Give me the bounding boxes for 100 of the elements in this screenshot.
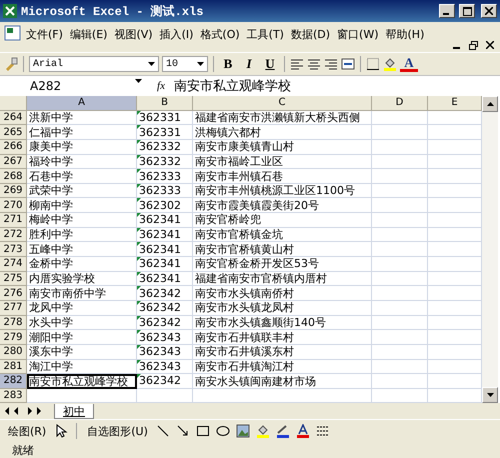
- menu-item[interactable]: 帮助(H): [382, 24, 428, 45]
- caret-icon[interactable]: [197, 62, 204, 66]
- table-cell: 武荣中学: [27, 184, 137, 198]
- row-header[interactable]: 271: [0, 213, 27, 228]
- row-header[interactable]: 274: [0, 257, 27, 272]
- menu-item[interactable]: 格式(O): [197, 24, 243, 45]
- line-color-icon[interactable]: [276, 424, 290, 438]
- column-header[interactable]: D: [372, 96, 428, 111]
- corner-marker-icon: [137, 228, 141, 232]
- row-header[interactable]: 278: [0, 316, 27, 330]
- row-header[interactable]: 269: [0, 184, 27, 198]
- menu-item[interactable]: 编辑(E): [66, 24, 110, 45]
- table-cell: [428, 184, 482, 198]
- table-cell: [428, 213, 482, 228]
- row-header[interactable]: 275: [0, 272, 27, 286]
- corner-marker-icon: [137, 300, 141, 305]
- row-header[interactable]: 270: [0, 198, 27, 214]
- table-cell: 362342: [137, 286, 193, 301]
- menu-item[interactable]: 插入(I): [156, 24, 196, 45]
- row-header[interactable]: 280: [0, 344, 27, 360]
- restore-icon[interactable]: [469, 41, 478, 50]
- fill-color-icon[interactable]: [256, 424, 270, 438]
- align-right-icon[interactable]: [324, 57, 338, 71]
- spreadsheet-icon[interactable]: [4, 24, 22, 42]
- rectangle-icon[interactable]: [196, 424, 210, 438]
- table-cell: [372, 272, 428, 286]
- table-cell: [372, 154, 428, 170]
- scroll-down-button[interactable]: [482, 387, 498, 404]
- row-header[interactable]: 277: [0, 300, 27, 316]
- table-cell: 362332: [137, 140, 193, 155]
- arrow-up-icon[interactable]: [486, 102, 494, 106]
- table-cell: 南安市官桥镇金坑: [193, 228, 372, 242]
- oval-icon[interactable]: [216, 424, 230, 438]
- caret-icon[interactable]: [148, 62, 155, 66]
- row-header[interactable]: 279: [0, 330, 27, 345]
- menu-item[interactable]: 窗口(W): [334, 24, 382, 45]
- merge-center-icon[interactable]: [341, 57, 355, 71]
- table-cell: 金桥中学: [27, 257, 137, 272]
- fill-color-icon[interactable]: [383, 57, 397, 71]
- row-header[interactable]: 266: [0, 140, 27, 155]
- row-header[interactable]: 281: [0, 360, 27, 374]
- row-header[interactable]: 283: [0, 388, 27, 404]
- borders-icon[interactable]: [366, 57, 380, 71]
- pointer-icon[interactable]: [54, 424, 68, 438]
- scroll-up-button[interactable]: [482, 96, 498, 112]
- function-label[interactable]: fx: [148, 80, 174, 92]
- table-cell: [428, 169, 482, 184]
- name-box[interactable]: A282: [0, 79, 148, 93]
- table-cell: 南安市丰州镇石巷: [193, 169, 372, 184]
- font-color-icon[interactable]: [296, 424, 310, 438]
- row-header[interactable]: 264: [0, 110, 27, 126]
- row-header[interactable]: 272: [0, 228, 27, 242]
- close-icon[interactable]: [485, 7, 493, 15]
- row-header[interactable]: 273: [0, 242, 27, 258]
- row-header[interactable]: 265: [0, 125, 27, 140]
- column-header[interactable]: A: [27, 96, 137, 111]
- table-cell: [372, 228, 428, 242]
- align-left-icon[interactable]: [290, 57, 304, 71]
- column-header[interactable]: B: [137, 96, 193, 111]
- corner-marker-icon: [137, 360, 141, 364]
- corner-marker-icon: [137, 184, 141, 188]
- row-header[interactable]: 282: [0, 374, 27, 389]
- maximize-icon[interactable]: [462, 6, 472, 16]
- arrow-icon[interactable]: [176, 424, 190, 438]
- font-color-button[interactable]: A: [400, 56, 418, 72]
- table-cell: 362341: [137, 242, 193, 258]
- table-cell: [428, 286, 482, 301]
- format-painter-icon[interactable]: [4, 57, 18, 71]
- column-header[interactable]: E: [428, 96, 482, 111]
- picture-icon[interactable]: [236, 424, 250, 438]
- maximize-button[interactable]: [459, 4, 475, 18]
- row-header[interactable]: 276: [0, 286, 27, 301]
- close-button[interactable]: [481, 4, 497, 18]
- table-cell: 梅岭中学: [27, 213, 137, 228]
- arrow-down-icon[interactable]: [486, 393, 494, 398]
- menu-item[interactable]: 工具(T): [244, 24, 287, 45]
- minimize-button[interactable]: [439, 4, 455, 18]
- align-center-icon[interactable]: [307, 57, 321, 71]
- row-header[interactable]: 268: [0, 169, 27, 184]
- table-cell: [372, 140, 428, 155]
- italic-button[interactable]: I: [240, 55, 258, 73]
- font-size-field[interactable]: 10: [162, 56, 208, 72]
- caret-icon[interactable]: [135, 79, 142, 83]
- draw-menu-button[interactable]: 绘图(R): [6, 424, 48, 439]
- menu-item[interactable]: 数据(D): [288, 24, 334, 45]
- row-header[interactable]: 267: [0, 154, 27, 170]
- close-icon[interactable]: [486, 41, 494, 49]
- font-field[interactable]: Arial: [29, 56, 159, 72]
- menu-item[interactable]: 视图(V): [111, 24, 156, 45]
- line-style-icon[interactable]: [316, 424, 330, 438]
- sheet-tab[interactable]: 初中: [54, 404, 94, 419]
- line-icon[interactable]: [156, 424, 170, 438]
- underline-button[interactable]: U: [261, 55, 279, 73]
- table-cell: 胜利中学: [27, 228, 137, 242]
- sheet-navigation-icon[interactable]: [4, 407, 44, 416]
- column-header[interactable]: C: [193, 96, 372, 111]
- menu-item[interactable]: 文件(F): [23, 24, 66, 45]
- formula-field[interactable]: 南安市私立观峰学校: [174, 77, 291, 95]
- autoshapes-menu-button[interactable]: 自选图形(U): [85, 424, 150, 439]
- bold-button[interactable]: B: [219, 55, 237, 73]
